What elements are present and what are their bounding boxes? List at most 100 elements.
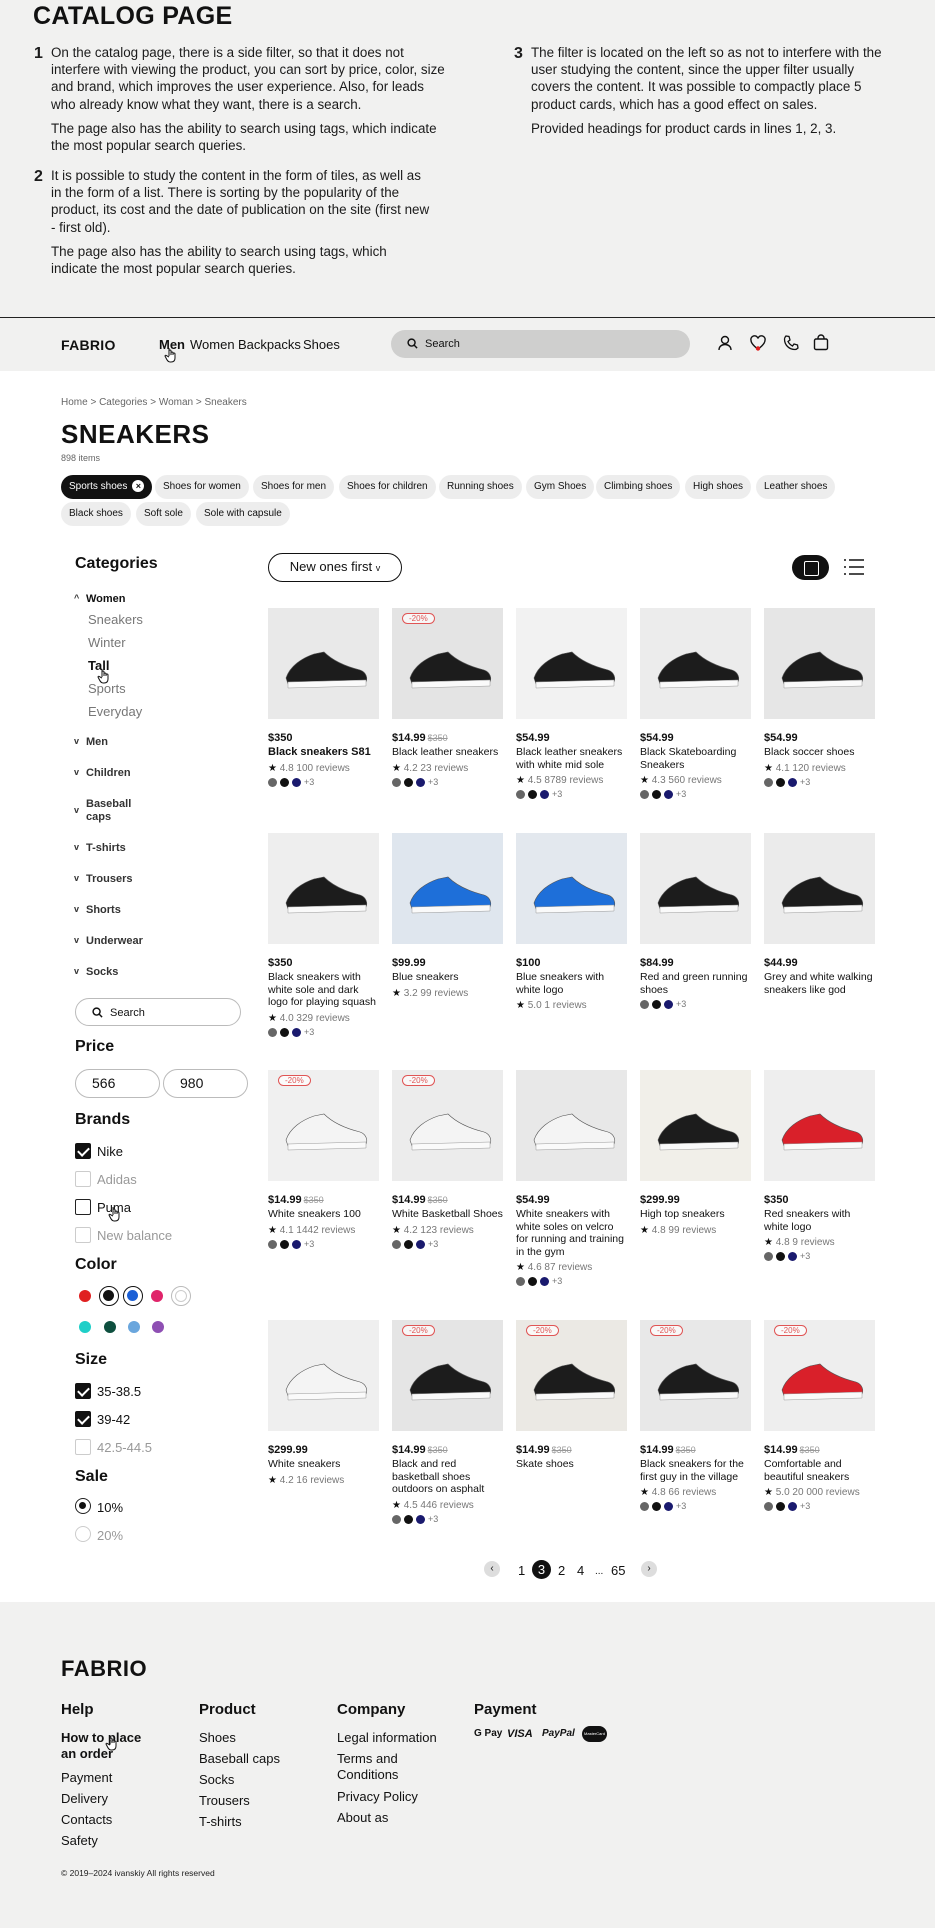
color-dot[interactable] <box>280 1239 289 1249</box>
color-dot[interactable] <box>292 1027 301 1037</box>
product-card[interactable]: $54.99 Black Skateboarding Sneakers ★ 4.3 … <box>640 608 751 800</box>
color-dot[interactable] <box>664 1502 673 1512</box>
footer-link[interactable]: T-shirts <box>199 1814 242 1830</box>
sale-radio[interactable] <box>75 1526 91 1542</box>
color-swatch-pink[interactable] <box>151 1290 163 1302</box>
sort-dropdown[interactable]: New ones first v <box>268 553 402 582</box>
footer-link[interactable]: Shoes <box>199 1730 236 1746</box>
nav-women[interactable]: Women <box>190 337 235 352</box>
header-logo[interactable]: FABRIO <box>61 337 116 353</box>
product-name[interactable]: Black sneakers for the first guy in the … <box>640 1458 751 1483</box>
footer-link[interactable]: Legal information <box>337 1730 437 1746</box>
product-card[interactable]: $350 Red sneakers with white logo ★ 4.8 9 … <box>764 1070 875 1262</box>
product-image[interactable] <box>516 1070 627 1181</box>
product-image[interactable] <box>392 833 503 944</box>
color-dot[interactable] <box>528 1277 537 1287</box>
product-card[interactable]: $54.99 White sneakers with white soles on… <box>516 1070 627 1287</box>
product-name[interactable]: Blue sneakers <box>392 971 503 984</box>
product-image[interactable] <box>640 833 751 944</box>
product-name[interactable]: Black leather sneakers <box>392 746 503 759</box>
product-image[interactable] <box>764 608 875 719</box>
prev-page-button[interactable]: ‹ <box>484 1561 500 1577</box>
tag-chip[interactable]: Shoes for children <box>339 475 436 499</box>
tag-chip[interactable]: Leather shoes <box>756 475 836 499</box>
color-dot[interactable] <box>664 1000 673 1010</box>
color-dot[interactable] <box>640 790 649 800</box>
color-dot[interactable] <box>776 1502 785 1512</box>
category-shorts[interactable]: v Shorts <box>74 904 121 916</box>
page-number[interactable]: 65 <box>611 1563 625 1578</box>
tag-chip[interactable]: High shoes <box>685 475 752 499</box>
color-swatch-dark-green[interactable] <box>104 1321 116 1333</box>
tag-chip[interactable]: Gym Shoes <box>526 475 595 499</box>
color-dot[interactable] <box>416 1514 425 1524</box>
color-dot[interactable] <box>788 777 797 787</box>
product-image[interactable]: -20% <box>392 1320 503 1431</box>
tile-view-toggle[interactable] <box>792 555 829 580</box>
product-card[interactable]: -20% $14.99 $350 Black sneakers for the fir… <box>640 1320 751 1512</box>
footer-link[interactable]: Socks <box>199 1772 234 1788</box>
product-card[interactable]: $44.99 Grey and white walking sneakers li… <box>764 833 875 996</box>
color-dot[interactable] <box>280 1027 289 1037</box>
product-image[interactable]: -20% <box>392 1070 503 1181</box>
color-dot[interactable] <box>528 790 537 800</box>
color-dot[interactable] <box>652 790 661 800</box>
tag-chip[interactable]: Climbing shoes <box>596 475 681 499</box>
product-name[interactable]: Skate shoes <box>516 1458 627 1471</box>
color-dot[interactable] <box>268 1239 277 1249</box>
product-image[interactable]: -20% <box>268 1070 379 1181</box>
brand-checkbox-adidas[interactable] <box>75 1171 91 1187</box>
product-card[interactable]: $350 Black sneakers S81 ★ 4.8 100 reviews +… <box>268 608 379 787</box>
sidebar-search-input[interactable]: Search <box>75 998 241 1026</box>
header-search-input[interactable]: Search <box>391 330 690 358</box>
color-options[interactable]: +3 <box>516 789 627 800</box>
footer-link[interactable]: Contacts <box>61 1812 112 1828</box>
product-image[interactable]: -20% <box>516 1320 627 1431</box>
product-image[interactable] <box>764 1070 875 1181</box>
product-image[interactable]: -20% <box>392 608 503 719</box>
product-name[interactable]: Comfortable and beautiful sneakers <box>764 1458 875 1483</box>
footer-link[interactable]: Privacy Policy <box>337 1789 418 1805</box>
product-name[interactable]: Black and red basketball shoes outdoors … <box>392 1458 503 1496</box>
footer-link[interactable]: Trousers <box>199 1793 250 1809</box>
tag-chip[interactable]: Sports shoes × <box>61 475 153 499</box>
color-options[interactable]: +3 <box>392 777 503 787</box>
product-card[interactable]: -20% $14.99 $350 Black leather sneakers ★ 4.… <box>392 608 503 787</box>
user-icon[interactable] <box>716 334 734 352</box>
color-swatch-blue[interactable] <box>123 1286 143 1306</box>
product-name[interactable]: White sneakers <box>268 1458 379 1471</box>
color-dot[interactable] <box>416 1239 425 1249</box>
color-dot[interactable] <box>292 1239 301 1249</box>
color-options[interactable]: +3 <box>640 1501 751 1512</box>
category-underwear[interactable]: v Underwear <box>74 935 143 947</box>
tag-chip[interactable]: Shoes for women <box>155 475 249 499</box>
current-page[interactable]: 3 <box>532 1560 551 1579</box>
color-swatch-red[interactable] <box>79 1290 91 1302</box>
product-name[interactable]: Red and green running shoes <box>640 971 751 996</box>
color-swatch-turquoise[interactable] <box>79 1321 91 1333</box>
product-name[interactable]: Grey and white walking sneakers like god <box>764 971 875 996</box>
color-dot[interactable] <box>664 790 673 800</box>
tag-chip[interactable]: Soft sole <box>136 502 191 526</box>
product-card[interactable]: $54.99 Black leather sneakers with white … <box>516 608 627 800</box>
product-image[interactable] <box>640 608 751 719</box>
tag-chip[interactable]: Black shoes <box>61 502 131 526</box>
product-name[interactable]: Black sneakers with white sole and dark … <box>268 971 379 1009</box>
color-options[interactable]: +3 <box>640 999 751 1010</box>
nav-shoes[interactable]: Shoes <box>303 337 340 352</box>
sale-radio[interactable] <box>75 1498 91 1514</box>
product-card[interactable]: -20% $14.99 $350 Black and red basketball s… <box>392 1320 503 1524</box>
subcategory-everyday[interactable]: Everyday <box>88 704 142 719</box>
footer-link[interactable]: About as <box>337 1810 388 1826</box>
color-options[interactable]: +3 <box>392 1239 503 1249</box>
color-dot[interactable] <box>404 1514 413 1524</box>
product-name[interactable]: Black sneakers S81 <box>268 746 379 759</box>
product-image[interactable] <box>640 1070 751 1181</box>
product-card[interactable]: $299.99 High top sneakers ★ 4.8 99 reviews <box>640 1070 751 1236</box>
color-options[interactable]: +3 <box>268 1027 379 1037</box>
tag-chip[interactable]: Shoes for men <box>253 475 335 499</box>
footer-link[interactable]: Baseball caps <box>199 1751 280 1767</box>
subcategory-winter[interactable]: Winter <box>88 635 126 650</box>
color-dot[interactable] <box>516 1277 525 1287</box>
brand-checkbox-puma[interactable] <box>75 1199 91 1215</box>
